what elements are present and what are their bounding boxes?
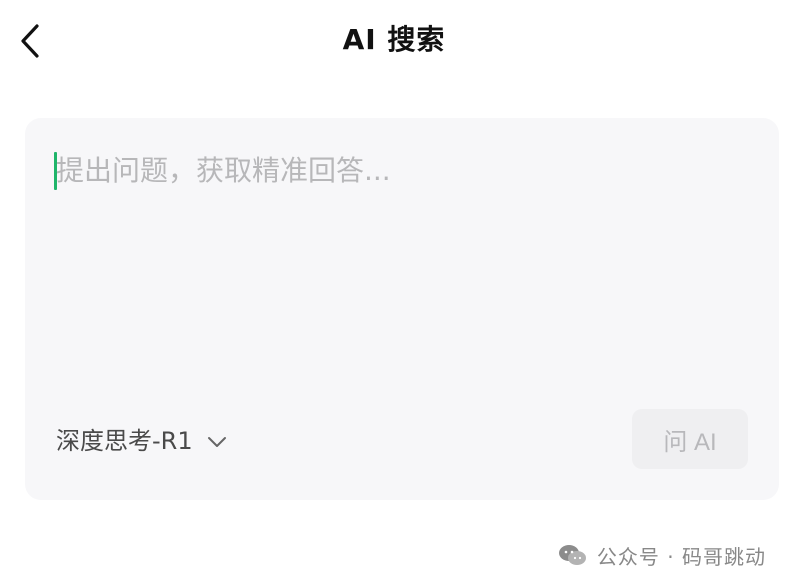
source-watermark: 公众号 · 码哥跳动: [557, 540, 766, 570]
question-input[interactable]: [52, 150, 746, 350]
wechat-icon: [557, 543, 587, 567]
chevron-down-icon: [207, 436, 227, 448]
page-title: AI 搜索: [342, 23, 446, 56]
watermark-text: 公众号 · 码哥跳动: [596, 544, 766, 569]
model-selector[interactable]: 深度思考-R1: [56, 421, 227, 461]
top-bar: AI 搜索: [0, 0, 788, 82]
ask-ai-button[interactable]: 问 AI: [632, 409, 748, 469]
model-selector-label: 深度思考-R1: [56, 427, 193, 455]
ai-search-page: AI 搜索 深度思考-R1 问 AI 公众号 · 码哥跳动: [0, 0, 788, 588]
search-card: 深度思考-R1 问 AI: [25, 118, 779, 500]
